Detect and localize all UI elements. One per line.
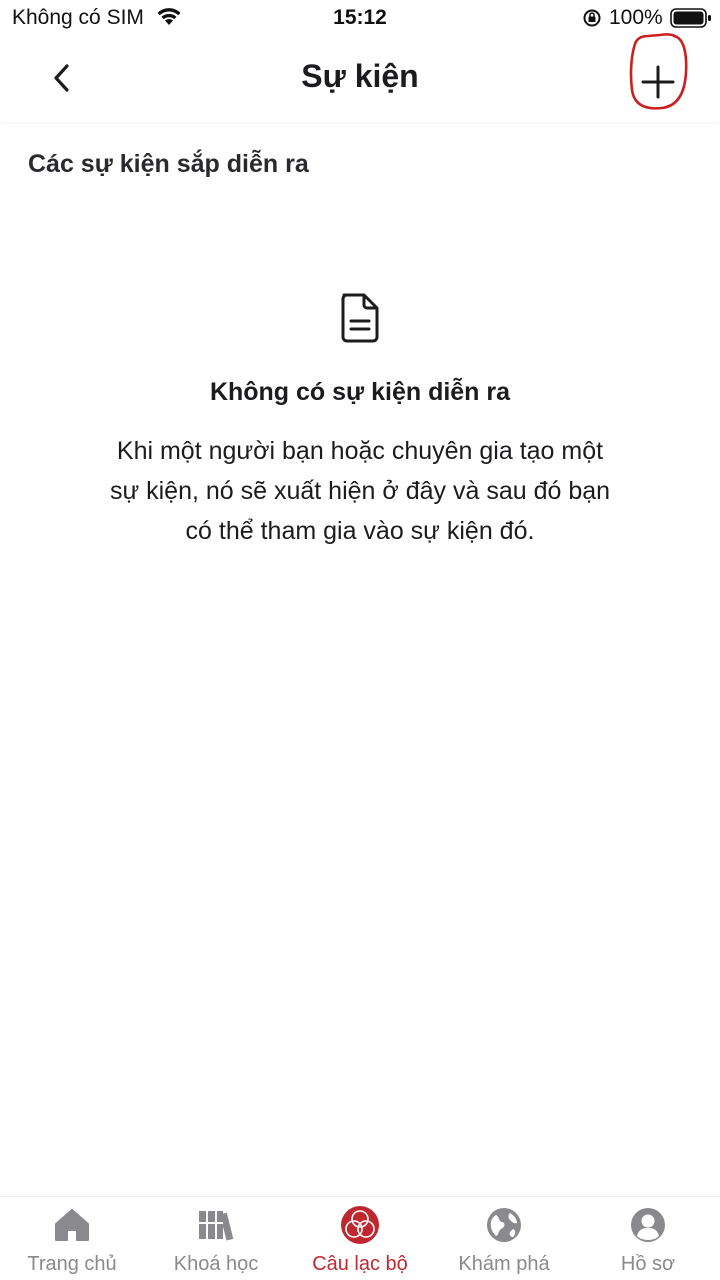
club-icon — [340, 1205, 380, 1245]
tab-courses[interactable]: Khoá học — [144, 1197, 288, 1280]
globe-icon — [484, 1205, 524, 1245]
document-icon — [341, 293, 379, 343]
tab-explore[interactable]: Khám phá — [432, 1197, 576, 1280]
tab-club[interactable]: Câu lạc bộ — [288, 1197, 432, 1280]
tab-label: Trang chủ — [27, 1253, 117, 1275]
empty-state-description: Khi một người bạn hoặc chuyên gia tạo mộ… — [109, 437, 611, 545]
home-icon — [52, 1205, 92, 1245]
tab-label: Khám phá — [458, 1253, 550, 1275]
nav-bar: Sự kiện — [0, 33, 720, 122]
profile-icon — [628, 1205, 668, 1245]
section-title: Các sự kiện sắp diễn ra — [28, 150, 309, 178]
empty-state-title: Không có sự kiện diễn ra — [209, 378, 511, 406]
empty-state: Không có sự kiện diễn ra Khi một người b… — [0, 292, 720, 551]
tab-label: Câu lạc bộ — [312, 1253, 408, 1275]
status-bar: Không có SIM 15:12 100% — [0, 0, 720, 36]
tab-label: Khoá học — [173, 1253, 259, 1275]
tab-bar: Trang chủ Khoá học Câu lạc bộ Khám phá H… — [0, 1196, 720, 1280]
rotation-lock-icon — [583, 9, 601, 27]
tab-home[interactable]: Trang chủ — [0, 1197, 144, 1280]
tab-label: Hồ sơ — [620, 1253, 676, 1275]
plus-icon — [641, 65, 675, 99]
page-title: Sự kiện — [301, 58, 419, 94]
battery-percent: 100% — [609, 6, 663, 29]
tab-profile[interactable]: Hồ sơ — [576, 1197, 720, 1280]
books-icon — [196, 1205, 236, 1245]
battery-icon — [670, 8, 711, 28]
add-event-button[interactable] — [628, 50, 688, 114]
